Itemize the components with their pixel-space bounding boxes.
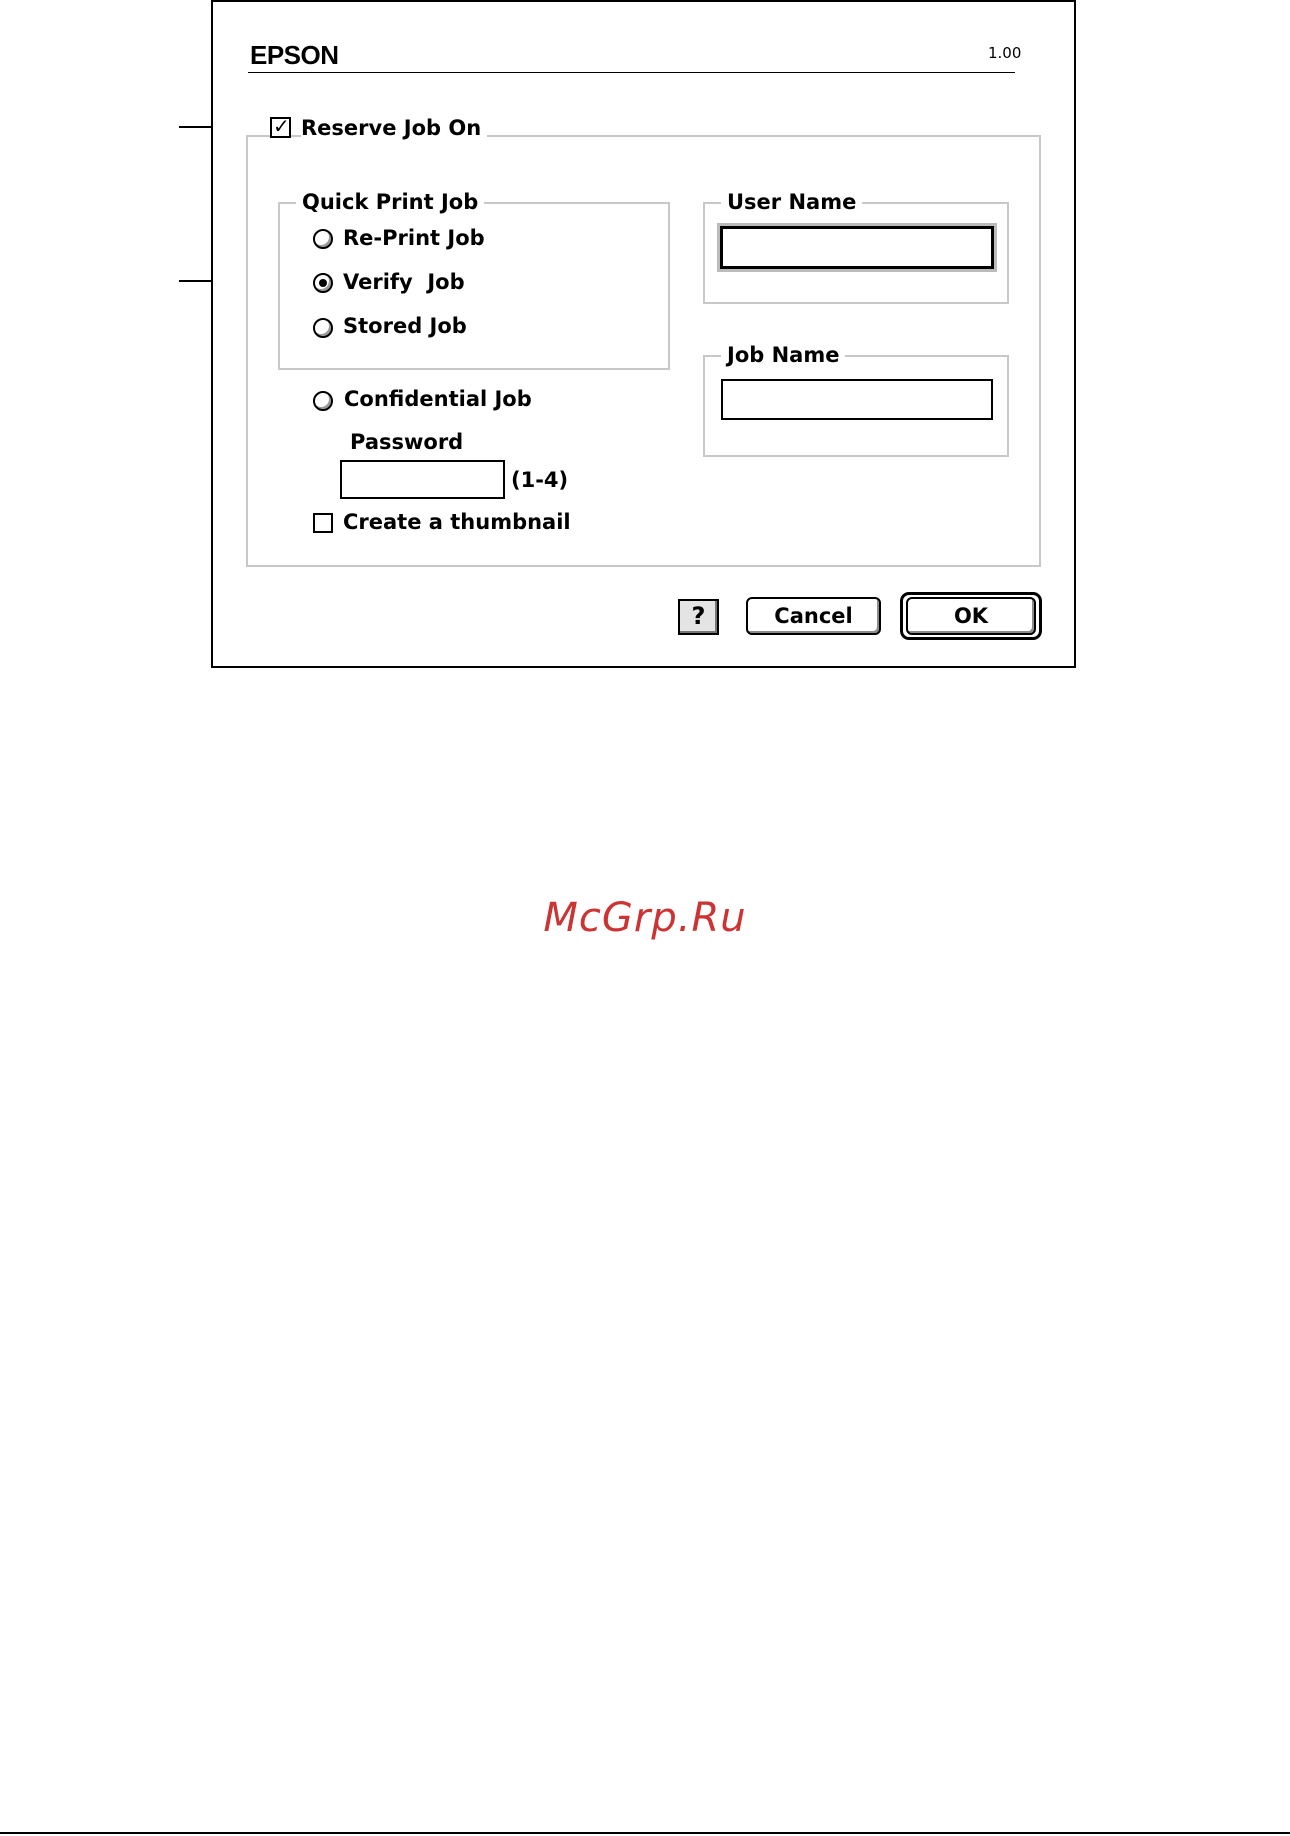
reserve-job-checkbox[interactable]: ✓ [270, 114, 291, 138]
help-button[interactable]: ? [678, 599, 719, 635]
stored-job-radio[interactable] [313, 318, 333, 338]
ok-button[interactable]: OK [906, 597, 1036, 635]
verify-job-radio[interactable] [313, 273, 333, 293]
verify-job-label: Verify Job [343, 270, 465, 294]
user-name-field[interactable] [720, 226, 994, 269]
page-bottom-rule [0, 1832, 1290, 1834]
job-name-field[interactable] [721, 379, 993, 420]
reserve-job-dialog: EPSON 1.00 ✓ Reserve Job On Quick Print … [211, 0, 1076, 668]
watermark-text: McGrp.Ru [543, 895, 747, 941]
stored-job-label: Stored Job [343, 314, 467, 338]
quick-print-job-legend: Quick Print Job [296, 190, 485, 214]
confidential-job-radio[interactable] [313, 391, 333, 411]
header-rule [248, 72, 1015, 73]
epson-logo: EPSON [250, 40, 339, 70]
reserve-job-label: Reserve Job On [301, 116, 488, 140]
create-thumbnail-label: Create a thumbnail [343, 510, 571, 534]
reprint-job-radio[interactable] [313, 229, 333, 249]
user-name-legend: User Name [721, 190, 863, 214]
password-label: Password [350, 430, 464, 454]
reprint-job-label: Re-Print Job [343, 226, 485, 250]
create-thumbnail-checkbox[interactable] [313, 513, 333, 533]
password-field[interactable] [340, 460, 505, 499]
radio-selected-dot [319, 279, 327, 287]
password-length-hint: (1-4) [511, 468, 569, 492]
job-name-legend: Job Name [721, 343, 846, 367]
confidential-job-label: Confidential Job [344, 387, 532, 411]
version-label: 1.00 [988, 44, 1022, 62]
cancel-button[interactable]: Cancel [746, 597, 881, 635]
checkmark-icon: ✓ [273, 114, 290, 138]
